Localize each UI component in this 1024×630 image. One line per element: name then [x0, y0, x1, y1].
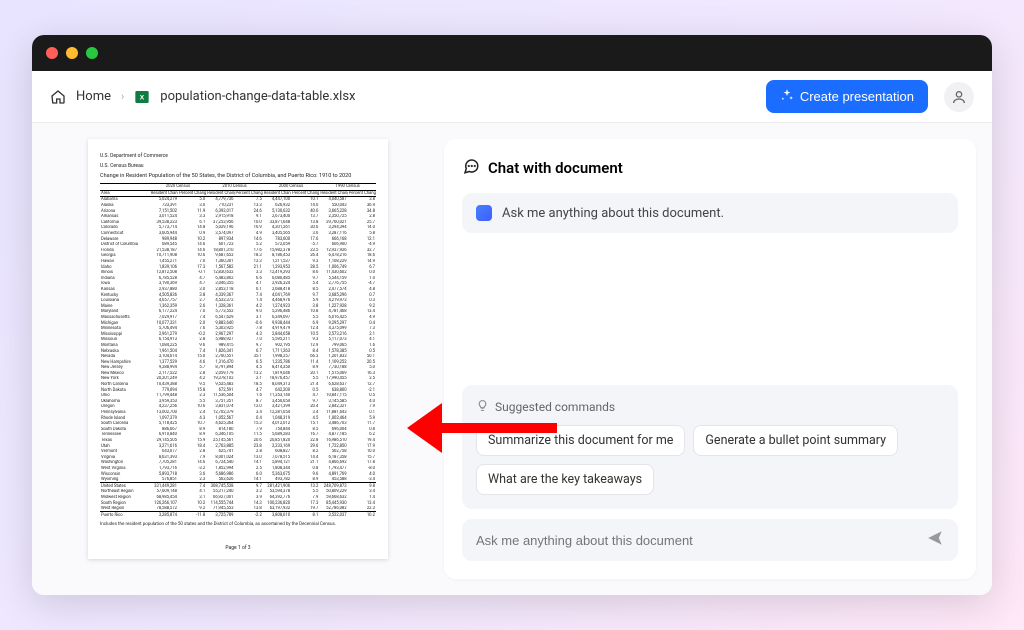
doc-agency-2: U.S. Census Bureau — [100, 163, 376, 169]
chat-input[interactable] — [476, 533, 918, 548]
document-page[interactable]: U.S. Department of Commerce U.S. Census … — [88, 139, 388, 559]
breadcrumb-file[interactable]: population-change-data-table.xlsx — [160, 89, 355, 104]
window-controls — [46, 47, 98, 59]
titlebar — [32, 35, 992, 71]
breadcrumb-home[interactable]: Home — [76, 89, 111, 104]
doc-agency-1: U.S. Department of Commerce — [100, 153, 376, 159]
suggested-commands-list: Summarize this document for me Generate a… — [476, 425, 944, 495]
create-presentation-button[interactable]: Create presentation — [766, 80, 928, 113]
toolbar: Home › X population-change-data-table.xl… — [32, 71, 992, 123]
breadcrumb: Home › X population-change-data-table.xl… — [50, 89, 356, 105]
chat-input-row — [462, 519, 958, 561]
chat-title: Chat with document — [488, 159, 623, 177]
chat-title-row: Chat with document — [462, 157, 958, 179]
suggestion-chip[interactable]: Summarize this document for me — [476, 425, 685, 456]
chat-greeting: Ask me anything about this document. — [462, 193, 958, 233]
maximize-icon[interactable] — [86, 47, 98, 59]
doc-table: 2020 Census2010 Census2000 Census1990 Ce… — [100, 183, 376, 518]
table-row: Puerto Rico3,285,874-11.83,725,789-2.23,… — [100, 512, 376, 518]
suggested-commands-label: Suggested commands — [495, 400, 615, 414]
home-icon[interactable] — [50, 89, 66, 105]
suggested-commands-block: Suggested commands Summarize this docume… — [462, 385, 958, 509]
chat-icon — [462, 157, 480, 179]
chevron-right-icon: › — [121, 90, 124, 103]
content-area: U.S. Department of Commerce U.S. Census … — [32, 123, 992, 595]
suggestion-chip[interactable]: Generate a bullet point summary — [693, 425, 898, 456]
chat-panel: Chat with document Ask me anything about… — [444, 139, 976, 579]
minimize-icon[interactable] — [66, 47, 78, 59]
document-preview-pane: U.S. Department of Commerce U.S. Census … — [48, 139, 428, 579]
doc-title: Change in Resident Population of the 50 … — [100, 173, 376, 179]
excel-icon: X — [134, 89, 150, 105]
suggestion-chip[interactable]: What are the key takeaways — [476, 464, 654, 495]
doc-page-number: Page 1 of 3 — [100, 537, 376, 551]
app-window: Home › X population-change-data-table.xl… — [32, 35, 992, 595]
sparkle-icon — [780, 88, 794, 105]
create-presentation-label: Create presentation — [800, 89, 914, 104]
avatar[interactable] — [944, 82, 974, 112]
lightbulb-icon — [476, 399, 489, 415]
svg-text:X: X — [140, 94, 145, 101]
close-icon[interactable] — [46, 47, 58, 59]
doc-footnote: Includes the resident population of the … — [100, 522, 376, 527]
chat-greeting-text: Ask me anything about this document. — [502, 206, 724, 221]
suggested-commands-title-row: Suggested commands — [476, 399, 944, 415]
send-icon[interactable] — [926, 529, 944, 551]
ai-avatar-icon — [476, 205, 492, 221]
